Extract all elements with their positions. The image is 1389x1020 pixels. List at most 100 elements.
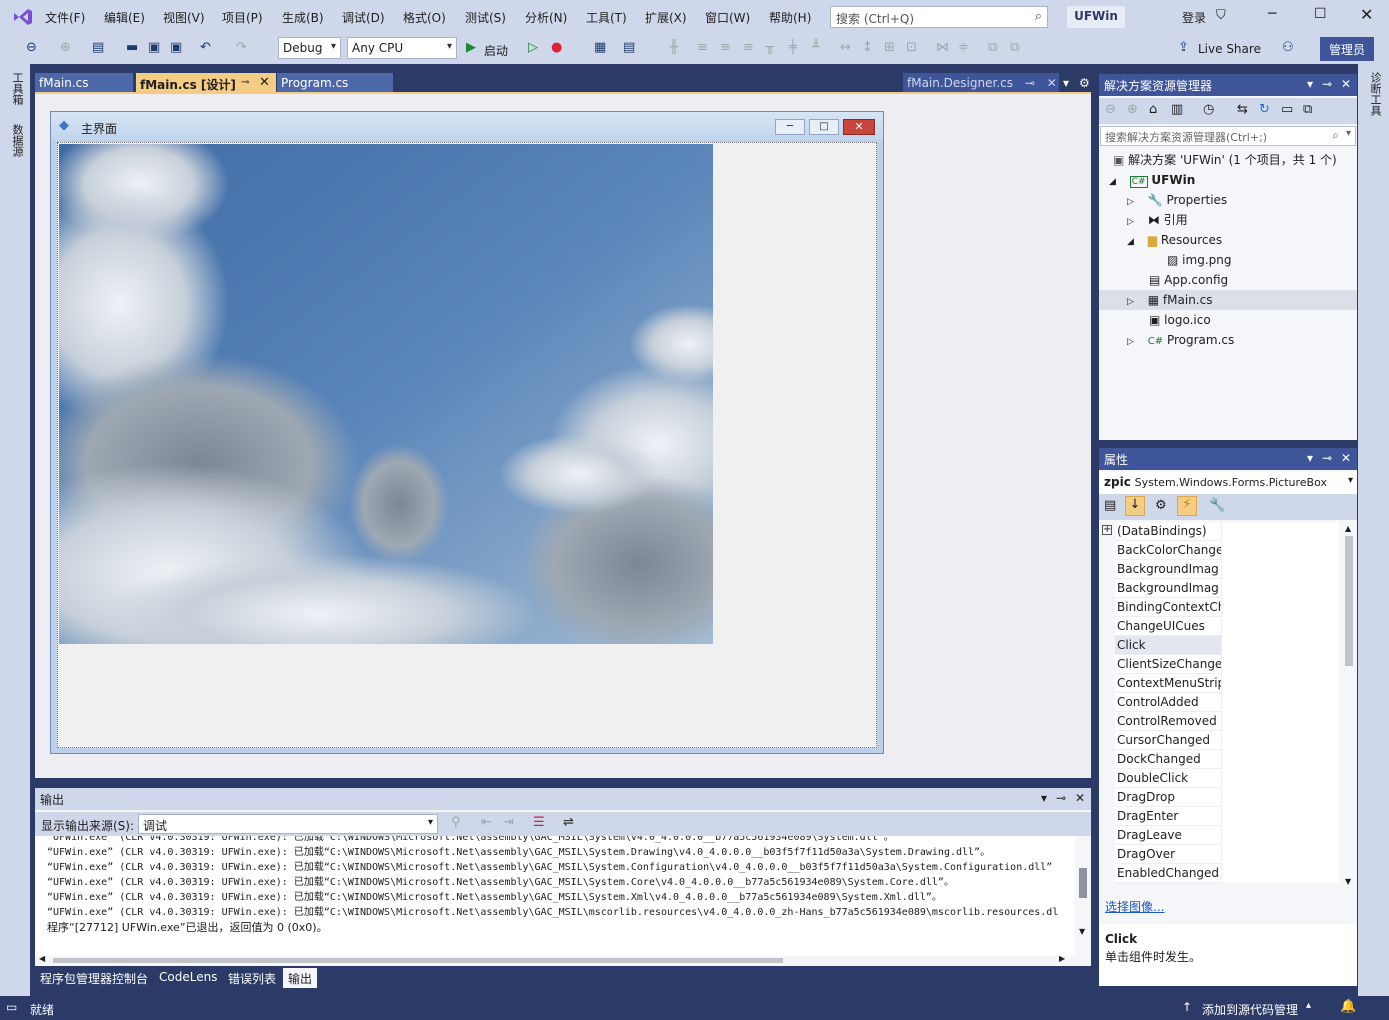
expand-icon[interactable]: ▷ — [1127, 337, 1134, 347]
start-button[interactable]: 启动 — [484, 42, 508, 59]
expand-databindings-icon[interactable]: + — [1102, 525, 1112, 535]
hot-reload-icon[interactable]: ● — [551, 40, 562, 56]
menu-test[interactable]: 测试(S) — [465, 9, 506, 26]
show-all-files-icon[interactable]: ⧉ — [1303, 102, 1312, 117]
align-grid-icon[interactable]: ╫ — [670, 40, 678, 56]
property-row[interactable]: DockChanged — [1115, 750, 1339, 769]
property-row[interactable]: (DataBindings) — [1115, 522, 1339, 541]
size-to-grid-icon[interactable]: ⊡ — [906, 40, 917, 56]
align-center-icon[interactable]: ≡ — [720, 40, 731, 56]
property-row[interactable]: BindingContextCh — [1115, 598, 1339, 617]
property-value[interactable] — [1221, 731, 1339, 750]
property-row[interactable]: EnabledChanged — [1115, 864, 1339, 883]
close-window-button[interactable]: ✕ — [1360, 5, 1373, 24]
object-selector[interactable]: zpic System.Windows.Forms.PictureBox ▾ — [1099, 472, 1357, 494]
menu-tools[interactable]: 工具(T) — [586, 9, 627, 26]
notifications-bell-icon[interactable]: 🔔 — [1340, 999, 1356, 1014]
property-row[interactable]: DragLeave — [1115, 826, 1339, 845]
search-options-icon[interactable]: ▾ — [1346, 128, 1351, 139]
tab-error-list[interactable]: 错误列表 — [223, 968, 281, 988]
property-value[interactable] — [1221, 807, 1339, 826]
form-close-button[interactable]: ✕ — [843, 119, 875, 135]
menu-format[interactable]: 格式(O) — [403, 9, 446, 26]
sync-icon[interactable]: ⇆ — [1237, 102, 1248, 117]
tab-package-manager-console[interactable]: 程序包管理器控制台 — [35, 968, 153, 988]
property-row[interactable]: DragDrop — [1115, 788, 1339, 807]
tab-fmain-design[interactable]: fMain.cs [设计] — [136, 73, 276, 93]
vertical-spacing-icon[interactable]: ≑ — [958, 40, 969, 56]
search-box[interactable]: 搜索 (Ctrl+Q) ⌕ — [830, 6, 1048, 28]
menu-debug[interactable]: 调试(D) — [342, 9, 385, 26]
same-width-icon[interactable]: ↔ — [840, 40, 851, 56]
close-tab-icon[interactable]: ✕ — [1047, 76, 1057, 90]
align-middle-icon[interactable]: ╪ — [789, 40, 797, 56]
property-value[interactable] — [1221, 826, 1339, 845]
categorized-icon[interactable]: ▤ — [1104, 498, 1116, 513]
pin-tab-icon[interactable]: ⊸ — [241, 77, 249, 88]
close-panel-icon[interactable]: ✕ — [1341, 451, 1351, 465]
scroll-thumb[interactable] — [1079, 868, 1087, 898]
property-row[interactable]: ControlAdded — [1115, 693, 1339, 712]
tree-item-references[interactable]: ▷ ⧓ 引用 — [1127, 210, 1188, 230]
menu-edit[interactable]: 编辑(E) — [104, 9, 145, 26]
scroll-thumb[interactable] — [1345, 536, 1353, 666]
property-value[interactable] — [1221, 617, 1339, 636]
collapse-icon[interactable]: ◢ — [1109, 177, 1116, 187]
tree-item-resources[interactable]: ◢ ▆ Resources — [1127, 230, 1222, 250]
choose-image-link[interactable]: 选择图像... — [1105, 898, 1164, 915]
next-message-icon[interactable]: ⇥ — [503, 815, 514, 830]
diagnostics-tab[interactable]: 诊断工具 — [1367, 72, 1383, 116]
word-wrap-icon[interactable]: ⇌ — [563, 815, 574, 830]
browser-link-icon[interactable]: ▦ — [594, 40, 606, 56]
account-icon[interactable]: ⛉ — [1216, 8, 1226, 23]
panel-menu-icon[interactable]: ▾ — [1307, 451, 1313, 465]
tab-output[interactable]: 输出 — [283, 968, 318, 988]
property-row[interactable]: BackgroundImag — [1115, 579, 1339, 598]
property-value[interactable] — [1221, 864, 1339, 883]
property-pages-icon[interactable]: 🔧 — [1209, 498, 1225, 513]
alphabetical-icon[interactable]: ↓ — [1125, 496, 1145, 516]
menu-view[interactable]: 视图(V) — [163, 9, 205, 26]
forward-icon[interactable]: ⊕ — [60, 40, 71, 56]
login-link[interactable]: 登录 — [1182, 9, 1206, 26]
property-value[interactable] — [1221, 636, 1339, 655]
menu-build[interactable]: 生成(B) — [282, 9, 324, 26]
open-folder-icon[interactable]: ▬ — [126, 40, 138, 56]
switch-views-icon[interactable]: ▥ — [1171, 102, 1183, 117]
tab-codelens[interactable]: CodeLens — [154, 968, 222, 988]
save-icon[interactable]: ▣ — [148, 40, 160, 56]
undo-icon[interactable]: ↶ — [200, 40, 211, 56]
property-scrollbar[interactable]: ▲ ▼ — [1341, 522, 1357, 888]
properties-view-icon[interactable]: ⚙ — [1155, 498, 1167, 513]
align-top-icon[interactable]: ╥ — [766, 40, 774, 56]
scroll-down-icon[interactable]: ▼ — [1345, 877, 1351, 886]
tree-solution[interactable]: ▣ 解决方案 'UFWin' (1 个项目，共 1 个) — [1113, 150, 1337, 170]
menu-help[interactable]: 帮助(H) — [769, 9, 811, 26]
align-right-icon[interactable]: ≡ — [743, 40, 754, 56]
tab-list-dropdown-icon[interactable]: ▾ — [1063, 76, 1069, 90]
menu-analyze[interactable]: 分析(N) — [525, 9, 567, 26]
output-text-area[interactable]: “UFWin.exe” (CLR v4.0.30319: UFWin.exe):… — [35, 836, 1075, 956]
property-row[interactable]: BackgroundImag — [1115, 560, 1339, 579]
scroll-up-icon[interactable]: ▲ — [1345, 524, 1351, 533]
output-hscrollbar[interactable]: ◀ ▶ — [35, 954, 1075, 966]
send-back-icon[interactable]: ⧉ — [1010, 40, 1019, 56]
property-value[interactable] — [1221, 655, 1339, 674]
property-row[interactable]: ContextMenuStrip — [1115, 674, 1339, 693]
home-icon[interactable]: ⌂ — [1149, 102, 1157, 117]
back-icon[interactable]: ⊖ — [26, 40, 37, 56]
pin-icon[interactable]: ⊸ — [1056, 791, 1066, 805]
property-row[interactable]: ChangeUICues — [1115, 617, 1339, 636]
scroll-right-icon[interactable]: ▶ — [1059, 954, 1065, 963]
solution-search-input[interactable]: 搜索解决方案资源管理器(Ctrl+;) ⌕ ▾ — [1100, 126, 1356, 146]
minimize-window-button[interactable]: ─ — [1268, 6, 1276, 22]
redo-icon[interactable]: ↷ — [236, 40, 247, 56]
tree-item-logo-ico[interactable]: ▣ logo.ico — [1149, 310, 1211, 330]
close-panel-icon[interactable]: ✕ — [1341, 77, 1351, 91]
property-value[interactable] — [1221, 560, 1339, 579]
close-tab-icon[interactable]: ✕ — [259, 75, 270, 90]
menu-project[interactable]: 项目(P) — [222, 9, 263, 26]
events-icon[interactable]: ⚡ — [1177, 496, 1197, 516]
panel-menu-icon[interactable]: ▾ — [1307, 77, 1313, 91]
property-row[interactable]: CursorChanged — [1115, 731, 1339, 750]
